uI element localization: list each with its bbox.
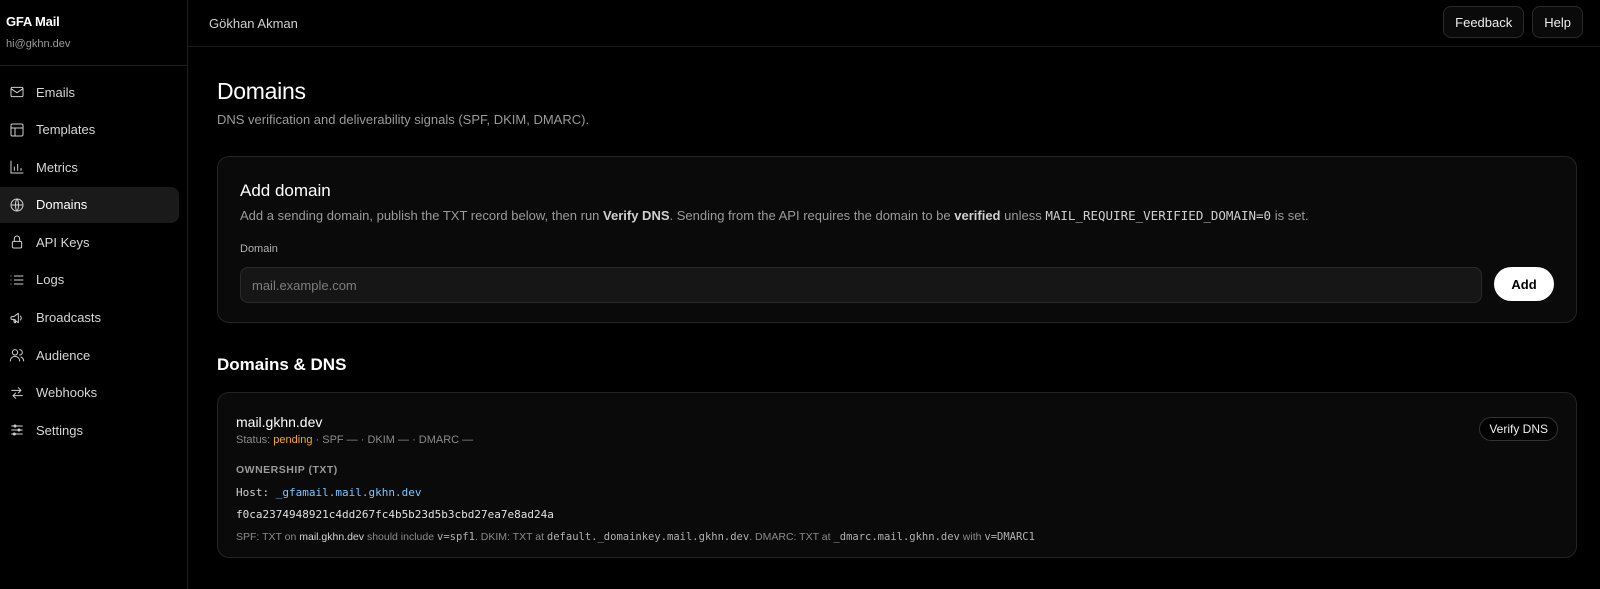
- ownership-txt-value[interactable]: f0ca2374948921c4dd267fc4b5b23d5b3cbd27ea…: [236, 508, 1558, 521]
- domains-dns-title: Domains & DNS: [217, 355, 347, 374]
- desc-text: is set.: [1271, 208, 1309, 223]
- status-badge: pending: [273, 434, 313, 446]
- lock-icon: [9, 234, 25, 250]
- desc-text: . Sending from the API requires the doma…: [669, 208, 955, 223]
- globe-icon: [9, 197, 25, 213]
- sidebar-item-api-keys[interactable]: API Keys: [0, 224, 179, 260]
- sidebar-item-domains[interactable]: Domains: [0, 186, 179, 223]
- desc-env-var: MAIL_REQUIRE_VERIFIED_DOMAIN=0: [1045, 208, 1272, 223]
- sidebar-item-logs[interactable]: Logs: [0, 262, 179, 298]
- sidebar-item-label: Emails: [36, 84, 76, 100]
- sidebar-item-audience[interactable]: Audience: [0, 337, 179, 373]
- help-text: . DMARC: TXT at: [749, 531, 834, 543]
- sidebar-item-label: Webhooks: [36, 385, 98, 401]
- brand-name: GFA Mail: [6, 14, 60, 29]
- domain-status: Status: pending · SPF — · DKIM — · DMARC…: [236, 434, 1558, 446]
- status-prefix: Status:: [236, 434, 274, 446]
- domain-name: mail.gkhn.dev: [236, 414, 323, 430]
- domain-input[interactable]: [240, 267, 1482, 303]
- desc-verified: verified: [954, 208, 1001, 223]
- verify-dns-button[interactable]: Verify DNS: [1479, 417, 1558, 441]
- sidebar-item-webhooks[interactable]: Webhooks: [0, 375, 179, 411]
- desc-verify-dns: Verify DNS: [603, 208, 670, 223]
- arrows-icon: [9, 385, 25, 401]
- sidebar-item-settings[interactable]: Settings: [0, 412, 179, 448]
- layout-icon: [9, 122, 25, 138]
- add-domain-card: Add domain Add a sending domain, publish…: [217, 156, 1577, 323]
- feedback-button[interactable]: Feedback: [1443, 6, 1525, 38]
- brand: GFA Mail hi@gkhn.dev: [0, 0, 187, 66]
- help-button[interactable]: Help: [1532, 6, 1583, 38]
- list-icon: [9, 272, 25, 288]
- sidebar-nav: Emails Templates Metrics Domains API Key…: [0, 66, 187, 448]
- desc-text: unless: [1000, 208, 1046, 223]
- sidebar-item-label: Audience: [36, 347, 91, 363]
- sidebar-item-label: Metrics: [36, 159, 78, 175]
- help-text: with: [959, 531, 985, 543]
- host-prefix: Host:: [236, 486, 276, 499]
- ownership-host: Host: _gfamail.mail.gkhn.dev: [236, 486, 1558, 499]
- help-text: SPF: TXT on: [236, 531, 300, 543]
- dns-help-text: SPF: TXT on mail.gkhn.dev should include…: [236, 531, 1558, 543]
- add-domain-button[interactable]: Add: [1494, 267, 1554, 301]
- domain-dns-card: mail.gkhn.dev Status: pending · SPF — · …: [217, 392, 1577, 558]
- main-content: Domains DNS verification and deliverabil…: [217, 47, 1577, 558]
- sidebar: GFA Mail hi@gkhn.dev Emails Templates Me…: [0, 0, 188, 589]
- domain-field-label: Domain: [240, 243, 278, 255]
- help-dmarc-host: _dmarc.mail.gkhn.dev: [833, 531, 960, 543]
- sidebar-item-label: Broadcasts: [36, 310, 102, 326]
- help-text: . DKIM: TXT at: [474, 531, 547, 543]
- users-icon: [9, 347, 25, 363]
- status-signals: · SPF — · DKIM — · DMARC —: [312, 434, 474, 446]
- sidebar-item-label: Logs: [36, 272, 65, 288]
- sidebar-item-label: Templates: [36, 122, 96, 138]
- help-dmarc-value: v=DMARC1: [984, 531, 1035, 543]
- sidebar-item-templates[interactable]: Templates: [0, 112, 179, 148]
- desc-text: Add a sending domain, publish the TXT re…: [240, 208, 604, 223]
- host-value[interactable]: _gfamail.mail.gkhn.dev: [276, 486, 422, 499]
- sidebar-item-label: Settings: [36, 422, 83, 438]
- help-dkim-host: default._domainkey.mail.gkhn.dev: [546, 531, 750, 543]
- header-actions: Feedback Help: [1443, 6, 1583, 38]
- sliders-icon: [9, 422, 25, 438]
- mail-icon: [9, 84, 25, 100]
- top-header: Gökhan Akman Feedback Help: [188, 0, 1600, 47]
- bar-chart-icon: [9, 159, 25, 175]
- sidebar-item-label: API Keys: [36, 234, 90, 250]
- sidebar-item-metrics[interactable]: Metrics: [0, 149, 179, 185]
- brand-email: hi@gkhn.dev: [6, 38, 71, 50]
- add-domain-title: Add domain: [240, 181, 331, 200]
- help-text: should include: [364, 531, 437, 543]
- ownership-label: OWNERSHIP (TXT): [236, 464, 338, 476]
- help-spf-value: v=spf1: [437, 531, 475, 543]
- page-subtitle: DNS verification and deliverability sign…: [217, 112, 590, 127]
- megaphone-icon: [9, 310, 25, 326]
- sidebar-item-broadcasts[interactable]: Broadcasts: [0, 300, 179, 336]
- current-user-name: Gökhan Akman: [209, 15, 298, 31]
- add-domain-description: Add a sending domain, publish the TXT re…: [240, 208, 1554, 223]
- sidebar-item-emails[interactable]: Emails: [0, 74, 179, 110]
- sidebar-item-label: Domains: [36, 197, 88, 213]
- help-spf-domain: mail.gkhn.dev: [299, 531, 365, 543]
- page-title: Domains: [217, 78, 306, 104]
